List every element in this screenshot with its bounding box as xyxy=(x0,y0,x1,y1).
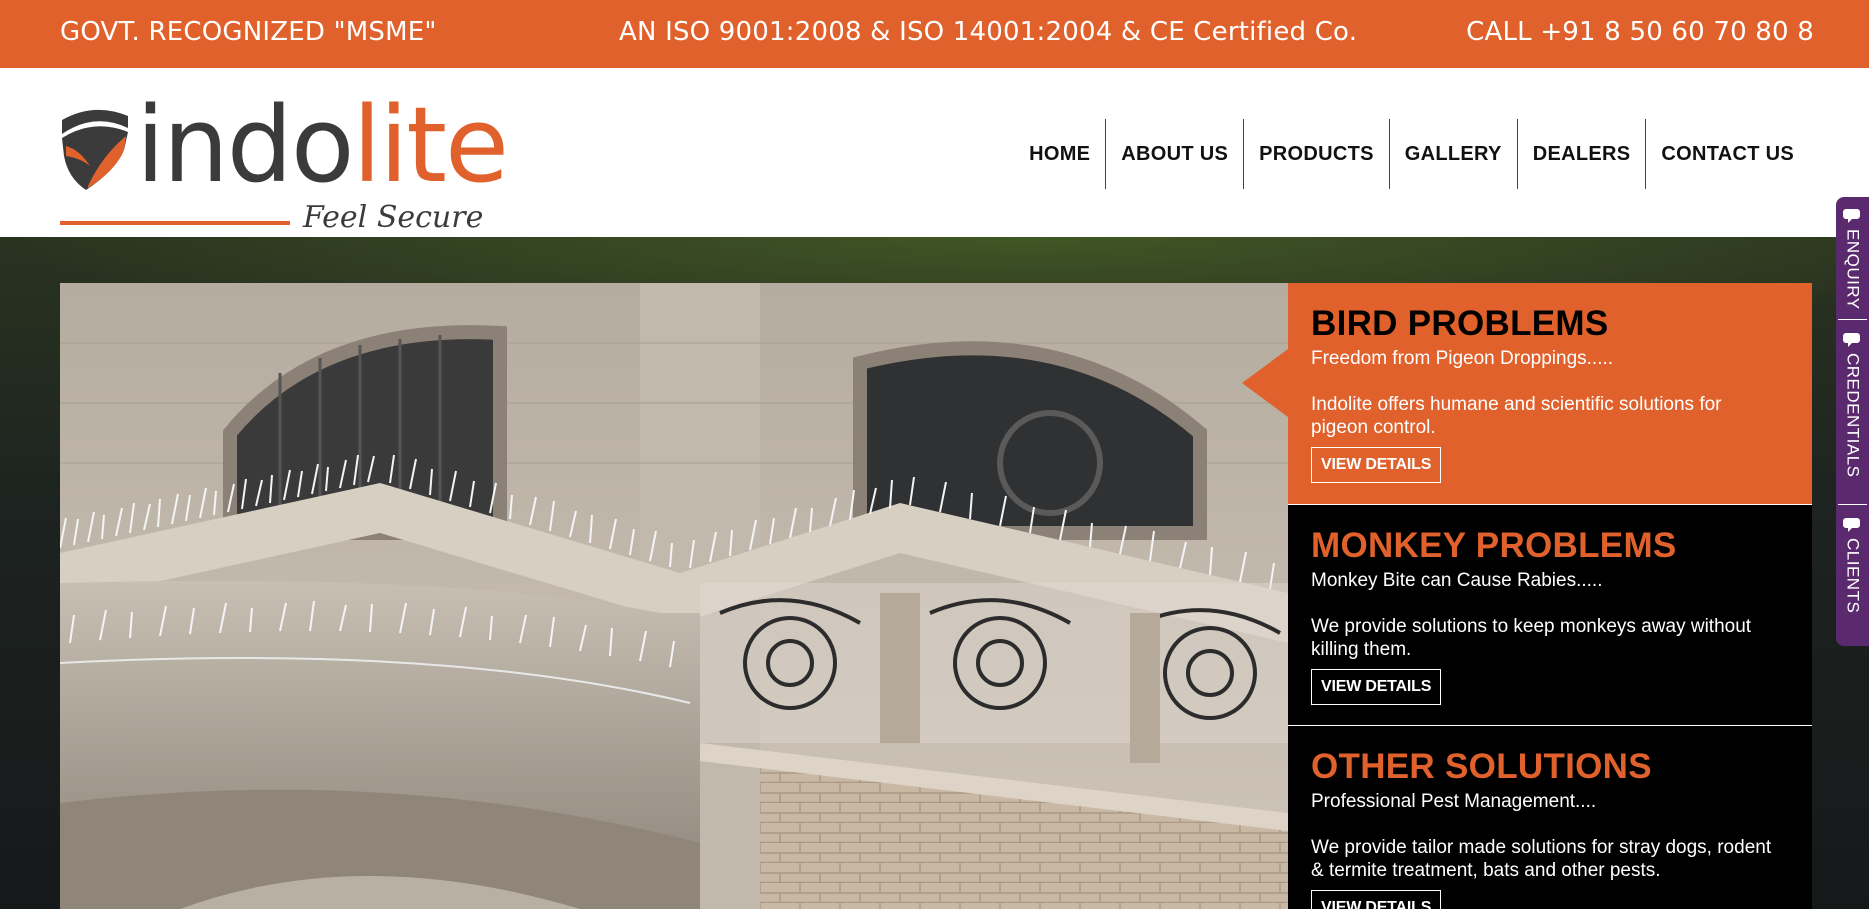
service-card-other: OTHER SOLUTIONS Professional Pest Manage… xyxy=(1288,725,1812,909)
card-subtitle: Professional Pest Management.... xyxy=(1311,791,1597,812)
side-tab-label: CREDENTIALS xyxy=(1843,353,1863,478)
side-tab-label: ENQUIRY xyxy=(1843,229,1863,310)
nav-gallery[interactable]: GALLERY xyxy=(1388,119,1517,189)
service-card-bird: BIRD PROBLEMS Freedom from Pigeon Droppi… xyxy=(1242,283,1812,504)
logo-word-dark: indo xyxy=(136,84,354,206)
view-details-button[interactable]: VIEW DETAILS xyxy=(1311,890,1442,909)
card-title: BIRD PROBLEMS xyxy=(1311,304,1609,343)
shield-logo-icon xyxy=(62,109,128,190)
chat-icon xyxy=(1842,518,1860,532)
msme-text: GOVT. RECOGNIZED "MSME" xyxy=(60,17,437,47)
card-description: Indolite offers humane and scientific so… xyxy=(1311,394,1722,438)
main-nav: HOME ABOUT US PRODUCTS GALLERY DEALERS C… xyxy=(1014,119,1809,189)
card-title: OTHER SOLUTIONS xyxy=(1311,747,1652,786)
certification-text: AN ISO 9001:2008 & ISO 14001:2004 & CE C… xyxy=(619,17,1358,47)
nav-home[interactable]: HOME xyxy=(1014,119,1105,189)
site-header: indolite Feel Secure HOME ABOUT US PRODU… xyxy=(0,68,1869,237)
nav-dealers[interactable]: DEALERS xyxy=(1516,119,1646,189)
card-subtitle: Freedom from Pigeon Droppings..... xyxy=(1311,348,1614,369)
hero-slider-image xyxy=(60,283,1288,909)
services-panel: BIRD PROBLEMS Freedom from Pigeon Droppi… xyxy=(1242,283,1812,909)
top-info-bar: GOVT. RECOGNIZED "MSME" AN ISO 9001:2008… xyxy=(0,0,1869,68)
view-details-button[interactable]: VIEW DETAILS xyxy=(1311,669,1442,705)
chat-icon xyxy=(1842,333,1860,347)
nav-contact-us[interactable]: CONTACT US xyxy=(1645,119,1809,189)
side-tab-enquiry[interactable]: ENQUIRY xyxy=(1836,197,1869,310)
logo-word-orange: lite xyxy=(352,84,509,206)
balcony-bird-spikes-image xyxy=(60,283,1288,909)
logo-underline xyxy=(60,221,290,225)
active-card-pointer xyxy=(1242,349,1288,417)
card-title: MONKEY PROBLEMS xyxy=(1311,526,1677,565)
side-tab-label: CLIENTS xyxy=(1843,538,1863,614)
nav-about-us[interactable]: ABOUT US xyxy=(1105,119,1243,189)
side-tabs: ENQUIRY CREDENTIALS CLIENTS xyxy=(1836,197,1869,646)
hero-section: BIRD PROBLEMS Freedom from Pigeon Droppi… xyxy=(0,237,1869,909)
side-tab-clients[interactable]: CLIENTS xyxy=(1836,506,1869,613)
logo-wordmark: indolite xyxy=(136,88,509,203)
side-tab-divider xyxy=(1838,504,1867,505)
phone-link[interactable]: CALL +91 8 50 60 70 80 8 xyxy=(1466,17,1814,47)
nav-products[interactable]: PRODUCTS xyxy=(1243,119,1389,189)
chat-icon xyxy=(1842,209,1860,223)
side-tab-divider xyxy=(1838,319,1867,320)
card-description: We provide solutions to keep monkeys awa… xyxy=(1311,616,1752,660)
side-tab-credentials[interactable]: CREDENTIALS xyxy=(1836,321,1869,478)
card-description: We provide tailor made solutions for str… xyxy=(1311,837,1772,881)
service-card-monkey: MONKEY PROBLEMS Monkey Bite can Cause Ra… xyxy=(1288,504,1812,725)
logo-tagline: Feel Secure xyxy=(303,200,484,235)
card-subtitle: Monkey Bite can Cause Rabies..... xyxy=(1311,570,1603,591)
view-details-button[interactable]: VIEW DETAILS xyxy=(1311,447,1442,483)
